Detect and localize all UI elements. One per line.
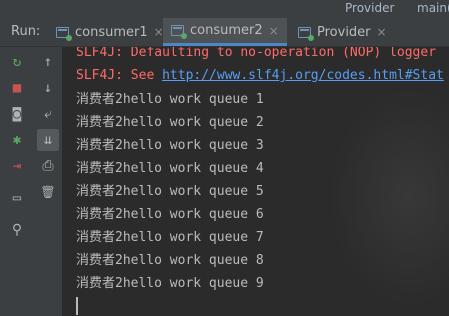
slf4j-link[interactable]: http://www.slf4j.org/codes.html#Stat: [162, 68, 444, 83]
console-error-line: SLF4J: See http://www.slf4j.org/codes.ht…: [76, 68, 444, 84]
tab-consumer2[interactable]: consumer2 ×: [163, 18, 287, 46]
console-line: 消费者2hello work queue 4: [76, 161, 264, 176]
scroll-to-end-icon[interactable]: ⇊: [37, 129, 59, 151]
console-line: 消费者2hello work queue 1: [76, 92, 264, 107]
exit-icon[interactable]: ⇥: [6, 155, 28, 177]
tab-provider[interactable]: Provider ×: [290, 18, 395, 46]
main-breadcrumb[interactable]: main(: [417, 1, 449, 15]
provider-breadcrumb[interactable]: Provider: [345, 1, 394, 15]
text-caret: [76, 297, 78, 315]
close-icon[interactable]: ×: [269, 24, 279, 38]
stop-icon[interactable]: ■: [6, 77, 28, 99]
close-icon[interactable]: ×: [377, 25, 387, 39]
run-label: Run:: [11, 24, 41, 39]
tab-label: consumer1: [75, 24, 148, 40]
run-config-icon: [56, 26, 72, 41]
console-output[interactable]: SLF4J: Defaulting to no-operation (NOP) …: [62, 47, 449, 316]
soft-wrap-icon[interactable]: ⤶: [37, 103, 59, 125]
layout-icon[interactable]: ▭: [6, 187, 28, 209]
up-arrow-icon[interactable]: ↑: [37, 51, 59, 73]
trash-icon[interactable]: 🗑: [37, 181, 59, 203]
rerun-icon[interactable]: ↻: [6, 51, 28, 73]
console-actions-bar: ↑ ↓ ⤶ ⇊ ⎙ 🗑: [34, 47, 63, 316]
tab-label: consumer2: [190, 23, 263, 38]
console-error-line: SLF4J: Defaulting to no-operation (NOP) …: [76, 47, 437, 60]
run-actions-bar: ↻ ■ ◙ ✱ ⇥ ▭ ⚲: [0, 47, 35, 316]
run-config-icon: [298, 26, 314, 41]
console-line: 消费者2hello work queue 3: [76, 138, 264, 153]
error-prefix: SLF4J: See: [76, 68, 163, 83]
window-title-strip: Provider main(: [0, 0, 449, 18]
console-line: 消费者2hello work queue 5: [76, 184, 264, 199]
console-line: 消费者2hello work queue 6: [76, 207, 264, 222]
console-line: 消费者2hello work queue 2: [76, 115, 264, 130]
print-icon[interactable]: ⎙: [37, 155, 59, 177]
run-config-icon: [171, 25, 187, 39]
debug-icon[interactable]: ✱: [6, 129, 28, 151]
console-line: 消费者2hello work queue 8: [76, 253, 264, 268]
console-line: 消费者2hello work queue 7: [76, 230, 264, 245]
camera-icon[interactable]: ◙: [6, 103, 28, 125]
run-toolbar: Run: consumer1 × consumer2 × Provider ×: [0, 18, 449, 47]
background-shading: [329, 87, 449, 307]
tab-label: Provider: [317, 24, 371, 40]
down-arrow-icon[interactable]: ↓: [37, 77, 59, 99]
console-line: 消费者2hello work queue 9: [76, 276, 264, 291]
tab-consumer1[interactable]: consumer1 ×: [48, 18, 172, 46]
pin-icon[interactable]: ⚲: [6, 219, 28, 241]
